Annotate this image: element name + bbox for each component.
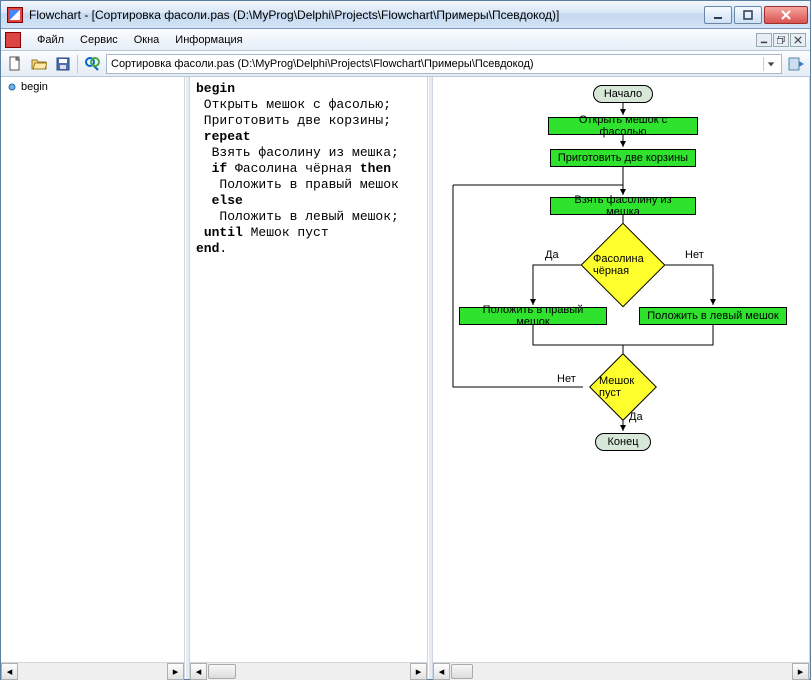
- client-area: begin ◂ ▸ begin Открыть мешок с фасолью;…: [1, 77, 810, 679]
- flow-prep[interactable]: Приготовить две корзины: [550, 149, 696, 167]
- tree-root-label: begin: [21, 81, 48, 93]
- code-text: Фасолина чёрная: [227, 161, 360, 176]
- flow-put-left[interactable]: Положить в левый мешок: [639, 307, 787, 325]
- save-file-button[interactable]: [53, 54, 73, 74]
- go-button[interactable]: [786, 54, 806, 74]
- flow-take[interactable]: Взять фасолину из мешка: [550, 197, 696, 215]
- mdi-minimize-button[interactable]: [756, 33, 772, 47]
- kw-end: end: [196, 241, 219, 256]
- flow-put-right[interactable]: Положить в правый мешок: [459, 307, 607, 325]
- mdi-icon[interactable]: [5, 32, 21, 48]
- kw-until: until: [204, 225, 243, 240]
- toolbar: Сортировка фасоли.pas (D:\MyProg\Delphi\…: [1, 51, 810, 77]
- menu-windows[interactable]: Окна: [126, 32, 168, 48]
- flow-end[interactable]: Конец: [595, 433, 651, 451]
- scroll-right-icon[interactable]: ▸: [167, 663, 184, 680]
- kw-else: else: [196, 193, 243, 208]
- address-dropdown-button[interactable]: [763, 57, 777, 71]
- titlebar[interactable]: Flowchart - [Сортировка фасоли.pas (D:\M…: [1, 1, 810, 29]
- kw-repeat: repeat: [196, 129, 251, 144]
- find-button[interactable]: [82, 54, 102, 74]
- tree-pane: begin ◂ ▸: [1, 77, 185, 679]
- scroll-left-icon[interactable]: ◂: [1, 663, 18, 680]
- close-button[interactable]: [764, 6, 808, 24]
- flow-start[interactable]: Начало: [593, 85, 653, 103]
- flow-cond-black[interactable]: Фасолина чёрная: [593, 235, 653, 295]
- app-window: Flowchart - [Сортировка фасоли.pas (D:\M…: [0, 0, 811, 680]
- menu-file[interactable]: Файл: [29, 32, 72, 48]
- menubar: Файл Сервис Окна Информация: [1, 29, 810, 51]
- address-combo[interactable]: Сортировка фасоли.pas (D:\MyProg\Delphi\…: [106, 54, 782, 74]
- tree-body[interactable]: begin: [1, 77, 184, 662]
- code-indent: [196, 161, 212, 176]
- scroll-track[interactable]: [207, 663, 410, 680]
- kw-begin: begin: [196, 81, 235, 96]
- code-line: Взять фасолину из мешка;: [196, 145, 399, 160]
- tree-hscroll[interactable]: ◂ ▸: [1, 662, 184, 679]
- code-line: Положить в правый мешок: [196, 177, 399, 192]
- flow-cond-empty[interactable]: Мешок пуст: [599, 363, 647, 411]
- mdi-restore-button[interactable]: [773, 33, 789, 47]
- code-editor[interactable]: begin Открыть мешок с фасолью; Приготови…: [190, 77, 427, 662]
- flowchart-canvas[interactable]: Начало Открыть мешок с фасолью Приготови…: [433, 77, 809, 662]
- maximize-button[interactable]: [734, 6, 762, 24]
- code-hscroll[interactable]: ◂ ▸: [190, 662, 427, 679]
- label-yes-1: Да: [545, 249, 559, 261]
- scroll-track[interactable]: [450, 663, 792, 680]
- label-yes-2: Да: [629, 411, 643, 423]
- scroll-thumb[interactable]: [208, 664, 236, 679]
- kw-then: then: [360, 161, 391, 176]
- code-dot: .: [219, 241, 227, 256]
- scroll-right-icon[interactable]: ▸: [792, 663, 809, 680]
- code-line: Положить в левый мешок;: [196, 209, 399, 224]
- window-title: Flowchart - [Сортировка фасоли.pas (D:\M…: [29, 8, 704, 22]
- address-text: Сортировка фасоли.pas (D:\MyProg\Delphi\…: [111, 58, 534, 70]
- scroll-thumb[interactable]: [451, 664, 473, 679]
- scroll-left-icon[interactable]: ◂: [433, 663, 450, 680]
- flow-open[interactable]: Открыть мешок с фасолью: [548, 117, 698, 135]
- new-file-button[interactable]: [5, 54, 25, 74]
- kw-if: if: [212, 161, 228, 176]
- label-no-1: Нет: [685, 249, 704, 261]
- menu-service[interactable]: Сервис: [72, 32, 126, 48]
- label-no-2: Нет: [557, 373, 576, 385]
- scroll-left-icon[interactable]: ◂: [190, 663, 207, 680]
- flowchart-pane: Начало Открыть мешок с фасолью Приготови…: [433, 77, 810, 679]
- code-indent: [196, 225, 204, 240]
- scroll-right-icon[interactable]: ▸: [410, 663, 427, 680]
- code-pane: begin Открыть мешок с фасолью; Приготови…: [190, 77, 428, 679]
- menu-info[interactable]: Информация: [167, 32, 250, 48]
- flow-hscroll[interactable]: ◂ ▸: [433, 662, 809, 679]
- code-line: Приготовить две корзины;: [196, 113, 391, 128]
- app-icon: [7, 7, 23, 23]
- scroll-track[interactable]: [18, 663, 167, 680]
- code-text: Мешок пуст: [243, 225, 329, 240]
- code-line: Открыть мешок с фасолью;: [196, 97, 391, 112]
- mdi-close-button[interactable]: [790, 33, 806, 47]
- minimize-button[interactable]: [704, 6, 732, 24]
- tree-node-icon: [7, 82, 17, 92]
- tree-root-item[interactable]: begin: [7, 81, 178, 93]
- open-file-button[interactable]: [29, 54, 49, 74]
